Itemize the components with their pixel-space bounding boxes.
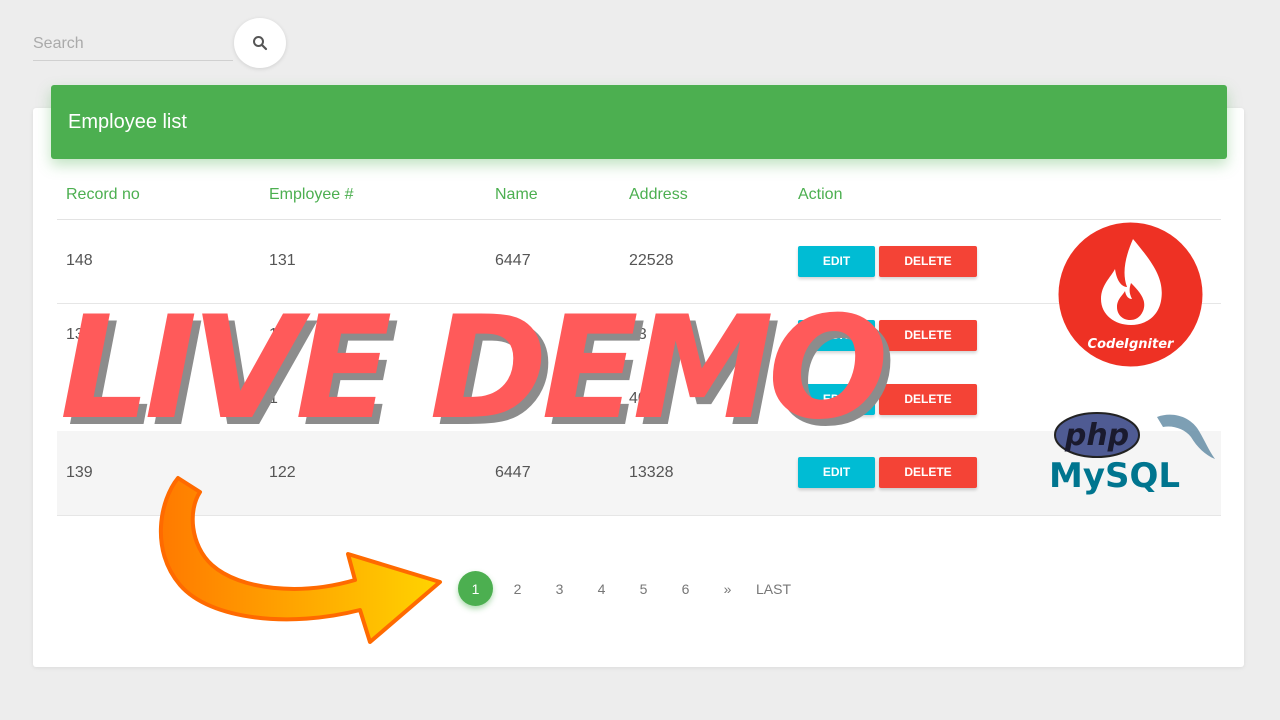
cell-employee-no: 131 — [260, 219, 486, 304]
cell-address: 40 — [629, 390, 647, 407]
table-header-row: Record no Employee # Name Address Action — [57, 186, 1221, 220]
cell-address: 22528 — [620, 219, 789, 304]
cell-action: EDIT DELETE — [789, 367, 1221, 431]
edit-button[interactable]: EDIT — [798, 383, 875, 415]
page-link-1[interactable]: 1 — [458, 571, 493, 606]
column-header-employee-no: Employee # — [260, 186, 486, 220]
employee-table: Record no Employee # Name Address Action… — [57, 186, 1221, 516]
cell-action: EDIT DELETE — [789, 431, 1221, 516]
cell-name: 47 — [495, 326, 513, 344]
table-row: 1 1 47 40 EDIT DELETE — [57, 367, 1221, 431]
table-row: 13 13 47 53 EDIT DELETE — [57, 303, 1221, 367]
page-link-4[interactable]: 4 — [584, 571, 619, 606]
delete-button[interactable]: DELETE — [879, 319, 977, 351]
page-link-2[interactable]: 2 — [500, 571, 535, 606]
card-header: Employee list — [51, 85, 1227, 159]
card-title: Employee list — [68, 110, 187, 133]
cell-action: EDIT DELETE — [789, 219, 1221, 304]
page-next[interactable]: » — [710, 571, 745, 606]
cell-employee-no: 1 — [269, 390, 278, 407]
page-link-3[interactable]: 3 — [542, 571, 577, 606]
edit-button[interactable]: EDIT — [798, 245, 875, 277]
cell-employee-no: 122 — [260, 431, 486, 516]
column-header-record-no: Record no — [57, 186, 260, 220]
column-header-action: Action — [789, 186, 1221, 220]
cell-address: 53 — [629, 326, 647, 344]
cell-address: 13328 — [620, 431, 789, 516]
column-header-address: Address — [620, 186, 789, 220]
search-icon — [253, 36, 268, 51]
column-header-name: Name — [486, 186, 620, 220]
page-last[interactable]: LAST — [756, 571, 791, 606]
search-button[interactable] — [234, 18, 286, 68]
cell-record-no: 13 — [66, 326, 84, 344]
cell-name: 47 — [495, 390, 513, 407]
cell-action: EDIT DELETE — [789, 303, 1221, 367]
cell-record-no: 148 — [57, 219, 260, 304]
cell-record-no: 139 — [57, 431, 260, 516]
cell-name: 6447 — [486, 431, 620, 516]
delete-button[interactable]: DELETE — [879, 245, 977, 277]
delete-button[interactable]: DELETE — [879, 383, 977, 415]
cell-employee-no: 13 — [269, 326, 287, 344]
page-link-5[interactable]: 5 — [626, 571, 661, 606]
search-input[interactable] — [33, 28, 233, 61]
table-row: 139 122 6447 13328 EDIT DELETE — [57, 431, 1221, 516]
cell-name: 6447 — [486, 219, 620, 304]
delete-button[interactable]: DELETE — [879, 457, 977, 489]
edit-button[interactable]: EDIT — [798, 457, 875, 489]
page-link-6[interactable]: 6 — [668, 571, 703, 606]
edit-button[interactable]: EDIT — [798, 319, 875, 351]
pagination: 1 2 3 4 5 6 » LAST — [458, 571, 798, 606]
table-row: 148 131 6447 22528 EDIT DELETE — [57, 219, 1221, 304]
cell-record-no: 1 — [66, 390, 75, 407]
